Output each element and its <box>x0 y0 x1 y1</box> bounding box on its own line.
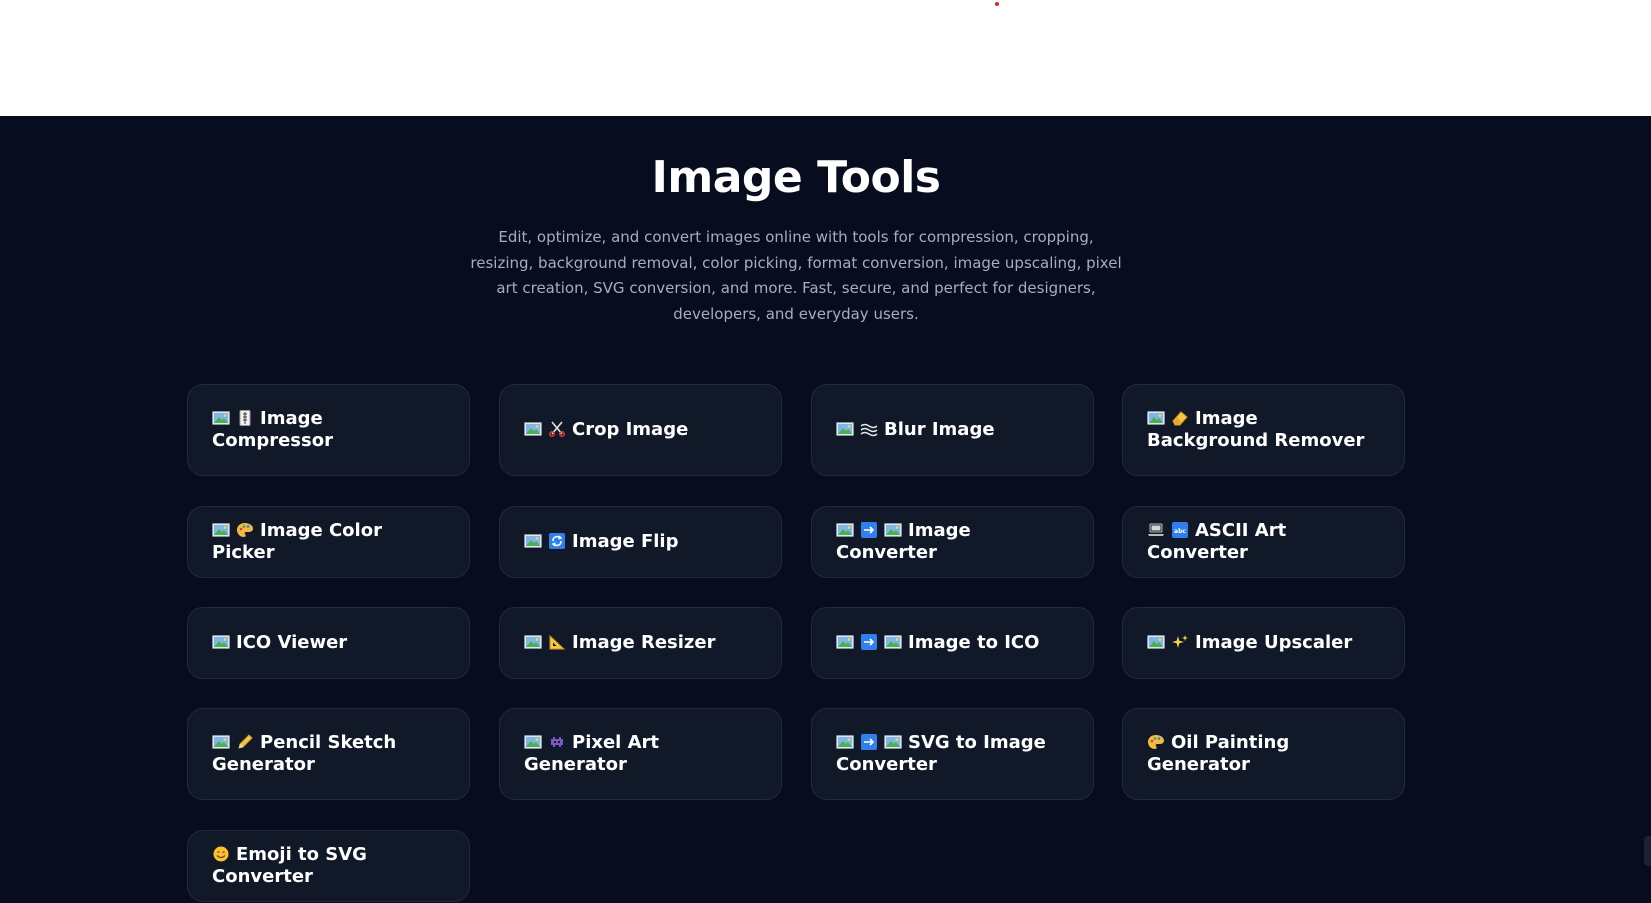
picture-icon <box>524 734 542 750</box>
svg-text:abc: abc <box>1174 528 1186 535</box>
tool-card-label: Image Upscaler <box>1147 632 1352 654</box>
tool-card-image-color-picker[interactable]: Image Color Picker <box>187 506 470 578</box>
palette-icon <box>1147 734 1165 750</box>
tool-card-text: ICO Viewer <box>236 632 348 653</box>
tool-card-image-background-remover[interactable]: Image Background Remover <box>1122 384 1405 476</box>
right-arrow-icon <box>860 634 878 650</box>
tool-card-text: Crop Image <box>572 419 689 440</box>
tool-card-image-to-ico[interactable]: Image to ICO <box>811 607 1094 679</box>
picture-icon <box>836 634 854 650</box>
laptop-icon <box>1147 522 1165 538</box>
picture-icon <box>212 734 230 750</box>
picture-icon <box>1147 410 1165 426</box>
picture-icon <box>836 734 854 750</box>
compress-icon <box>236 410 254 426</box>
tool-card-text: Emoji to SVG Converter <box>212 844 367 887</box>
tool-card-blur-image[interactable]: Blur Image <box>811 384 1094 476</box>
picture-icon <box>524 421 542 437</box>
right-arrow-icon <box>860 522 878 538</box>
tool-card-text: Image Resizer <box>572 632 716 653</box>
picture-icon <box>836 421 854 437</box>
scroll-edge-handle[interactable] <box>1644 836 1651 866</box>
tool-card-text: Image Converter <box>836 520 971 563</box>
top-white-area <box>0 0 1651 116</box>
tool-card-svg-to-image-converter[interactable]: SVG to Image Converter <box>811 708 1094 800</box>
tool-card-pixel-art-generator[interactable]: Pixel Art Generator <box>499 708 782 800</box>
eraser-icon <box>1171 410 1189 426</box>
tool-card-label: SVG to Image Converter <box>836 732 1069 776</box>
tool-card-label: Emoji to SVG Converter <box>212 844 445 888</box>
picture-icon <box>524 634 542 650</box>
triangle-ruler-icon <box>548 634 566 650</box>
scissors-icon <box>548 421 566 437</box>
picture-icon <box>836 522 854 538</box>
tool-card-image-upscaler[interactable]: Image Upscaler <box>1122 607 1405 679</box>
picture-icon <box>884 522 902 538</box>
tool-card-label: ICO Viewer <box>212 632 347 654</box>
picture-icon <box>1147 634 1165 650</box>
tool-card-emoji-to-svg-converter[interactable]: Emoji to SVG Converter <box>187 830 470 902</box>
tool-card-image-compressor[interactable]: Image Compressor <box>187 384 470 476</box>
space-invader-icon <box>548 734 566 750</box>
tool-card-label: Image Flip <box>524 531 678 553</box>
tool-card-text: Oil Painting Generator <box>1147 732 1290 775</box>
picture-icon <box>884 634 902 650</box>
tool-card-image-converter[interactable]: Image Converter <box>811 506 1094 578</box>
tool-card-text: ASCII Art Converter <box>1147 520 1287 563</box>
tool-card-label: Pencil Sketch Generator <box>212 732 445 776</box>
tool-card-label: Blur Image <box>836 419 995 441</box>
picture-icon <box>212 410 230 426</box>
flip-arrows-icon <box>548 533 566 549</box>
sparkles-icon <box>1171 634 1189 650</box>
tool-card-text: Blur Image <box>884 419 995 440</box>
tool-card-ascii-art-converter[interactable]: abc ASCII Art Converter <box>1122 506 1405 578</box>
tool-card-crop-image[interactable]: Crop Image <box>499 384 782 476</box>
tool-card-label: Image Color Picker <box>212 520 445 564</box>
red-indicator-dot <box>995 2 999 6</box>
page-title: Image Tools <box>651 152 941 203</box>
abc-icon: abc <box>1171 522 1189 538</box>
waves-icon <box>860 421 878 437</box>
tool-card-image-flip[interactable]: Image Flip <box>499 506 782 578</box>
picture-icon <box>212 634 230 650</box>
tool-card-label: Pixel Art Generator <box>524 732 757 776</box>
tool-card-text: Image Compressor <box>212 408 333 451</box>
tool-card-label: Image to ICO <box>836 632 1039 654</box>
tool-card-ico-viewer[interactable]: ICO Viewer <box>187 607 470 679</box>
tool-card-label: Image Converter <box>836 520 1069 564</box>
tool-card-label: abc ASCII Art Converter <box>1147 520 1380 564</box>
page-description: Edit, optimize, and convert images onlin… <box>470 228 1122 323</box>
tool-card-image-resizer[interactable]: Image Resizer <box>499 607 782 679</box>
palette-icon <box>236 522 254 538</box>
tool-card-label: Image Resizer <box>524 632 715 654</box>
tool-card-label: Image Compressor <box>212 408 445 452</box>
smiley-icon <box>212 846 230 862</box>
tool-card-oil-painting-generator[interactable]: Oil Painting Generator <box>1122 708 1405 800</box>
tool-card-text: Image Flip <box>572 531 679 552</box>
tool-card-label: Image Background Remover <box>1147 408 1380 452</box>
tool-card-text: Image to ICO <box>908 632 1040 653</box>
picture-icon <box>524 533 542 549</box>
tool-card-label: Oil Painting Generator <box>1147 732 1380 776</box>
tool-card-text: Pixel Art Generator <box>524 732 660 775</box>
tool-card-text: Image Upscaler <box>1195 632 1353 653</box>
tool-card-label: Crop Image <box>524 419 688 441</box>
picture-icon <box>884 734 902 750</box>
pencil-icon <box>236 734 254 750</box>
picture-icon <box>212 522 230 538</box>
tool-card-pencil-sketch-generator[interactable]: Pencil Sketch Generator <box>187 708 470 800</box>
right-arrow-icon <box>860 734 878 750</box>
